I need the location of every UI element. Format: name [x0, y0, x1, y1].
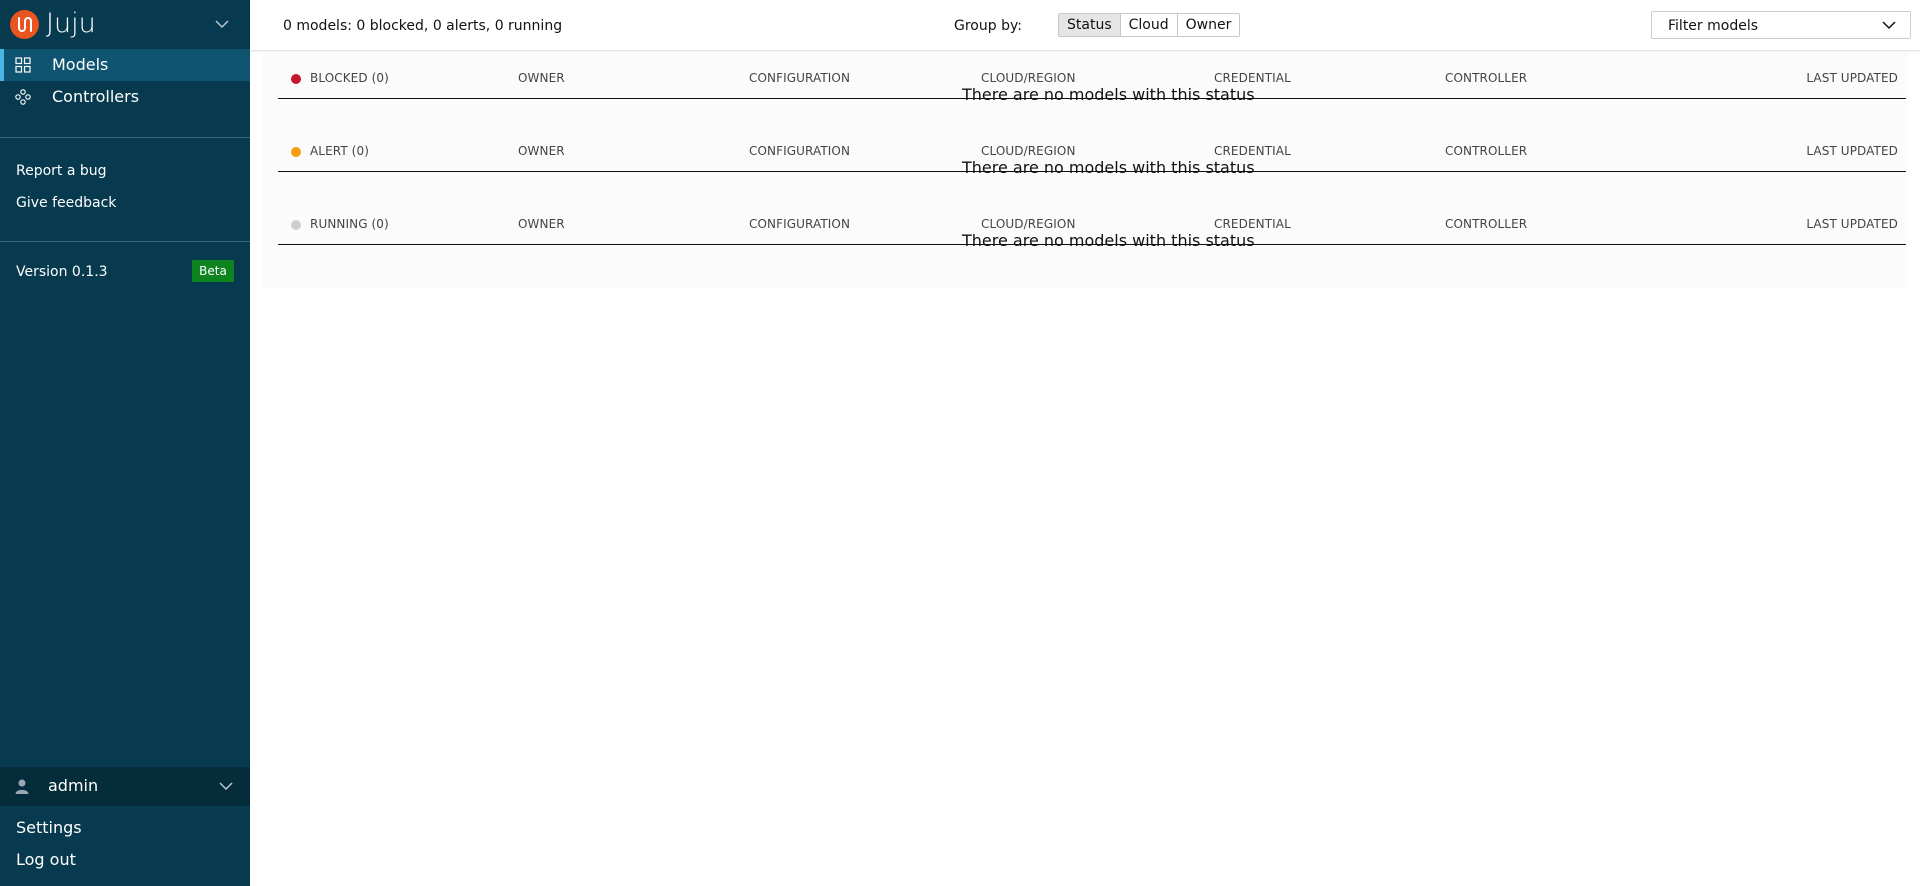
alert-status-icon	[291, 147, 301, 157]
chevron-down-icon[interactable]	[213, 16, 231, 32]
version-label: Version 0.1.3	[16, 264, 108, 280]
column-last-updated: LAST UPDATED	[1806, 217, 1898, 231]
models-summary: 0 models: 0 blocked, 0 alerts, 0 running	[283, 18, 563, 34]
brand-header: Juju	[0, 0, 250, 48]
chevron-down-icon[interactable]	[218, 779, 234, 793]
column-last-updated: LAST UPDATED	[1806, 71, 1898, 85]
nav-label-controllers: Controllers	[52, 87, 140, 106]
give-feedback-link[interactable]: Give feedback	[16, 194, 116, 212]
column-configuration: CONFIGURATION	[749, 144, 851, 158]
main-content: 0 models: 0 blocked, 0 alerts, 0 running…	[250, 0, 1920, 886]
empty-state-message: There are no models with this status	[962, 231, 1255, 250]
juju-logo-icon[interactable]	[10, 10, 39, 39]
nav-item-controllers[interactable]: Controllers	[0, 81, 250, 113]
user-icon	[15, 779, 29, 794]
nav-item-models[interactable]: Models	[0, 49, 250, 81]
column-credential: CREDENTIAL	[1214, 217, 1291, 231]
column-owner: OWNER	[518, 144, 565, 158]
empty-state-message: There are no models with this status	[962, 85, 1255, 104]
models-tables: BLOCKED (0) OWNER CONFIGURATION CLOUD/RE…	[262, 52, 1908, 288]
column-credential: CREDENTIAL	[1214, 144, 1291, 158]
controllers-icon	[15, 89, 31, 105]
filter-models-select[interactable]: Filter models	[1651, 11, 1911, 39]
filter-models-placeholder: Filter models	[1668, 18, 1759, 34]
blocked-status-icon	[291, 74, 301, 84]
sidebar-divider	[0, 137, 250, 138]
column-cloud-region: CLOUD/REGION	[981, 144, 1076, 158]
column-owner: OWNER	[518, 71, 565, 85]
user-menu[interactable]: admin	[0, 767, 250, 806]
column-cloud-region: CLOUD/REGION	[981, 71, 1076, 85]
running-table: RUNNING (0) OWNER CONFIGURATION CLOUD/RE…	[278, 198, 1906, 250]
sidebar-divider	[0, 241, 250, 242]
chevron-down-icon	[1882, 21, 1896, 30]
column-credential: CREDENTIAL	[1214, 71, 1291, 85]
group-by-label: Group by:	[954, 18, 1022, 34]
column-last-updated: LAST UPDATED	[1806, 144, 1898, 158]
empty-state-message: There are no models with this status	[962, 158, 1255, 177]
column-configuration: CONFIGURATION	[749, 217, 851, 231]
column-controller: CONTROLLER	[1445, 217, 1528, 231]
user-name: admin	[48, 776, 99, 795]
group-by-owner-button[interactable]: Owner	[1177, 14, 1240, 36]
group-by-toggle: Status Cloud Owner	[1058, 13, 1241, 37]
settings-link[interactable]: Settings	[16, 818, 82, 838]
column-configuration: CONFIGURATION	[749, 71, 851, 85]
brand-name[interactable]: Juju	[46, 8, 96, 40]
primary-nav: Models Controllers	[0, 49, 250, 113]
group-by-status-button[interactable]: Status	[1059, 14, 1121, 36]
blocked-table: BLOCKED (0) OWNER CONFIGURATION CLOUD/RE…	[278, 52, 1906, 104]
logout-link[interactable]: Log out	[16, 850, 76, 870]
models-icon	[15, 57, 31, 73]
models-header: 0 models: 0 blocked, 0 alerts, 0 running…	[250, 0, 1920, 50]
alert-table: ALERT (0) OWNER CONFIGURATION CLOUD/REGI…	[278, 125, 1906, 177]
column-controller: CONTROLLER	[1445, 144, 1528, 158]
sidebar: Juju Models Controllers Report a bug Giv…	[0, 0, 250, 886]
running-status-icon	[291, 220, 301, 230]
column-owner: OWNER	[518, 217, 565, 231]
column-status: BLOCKED (0)	[310, 71, 389, 85]
column-status: RUNNING (0)	[310, 217, 389, 231]
column-cloud-region: CLOUD/REGION	[981, 217, 1076, 231]
report-bug-link[interactable]: Report a bug	[16, 162, 107, 180]
group-by-cloud-button[interactable]: Cloud	[1120, 14, 1178, 36]
column-controller: CONTROLLER	[1445, 71, 1528, 85]
beta-badge: Beta	[192, 260, 234, 282]
column-status: ALERT (0)	[310, 144, 369, 158]
nav-label-models: Models	[52, 55, 109, 74]
